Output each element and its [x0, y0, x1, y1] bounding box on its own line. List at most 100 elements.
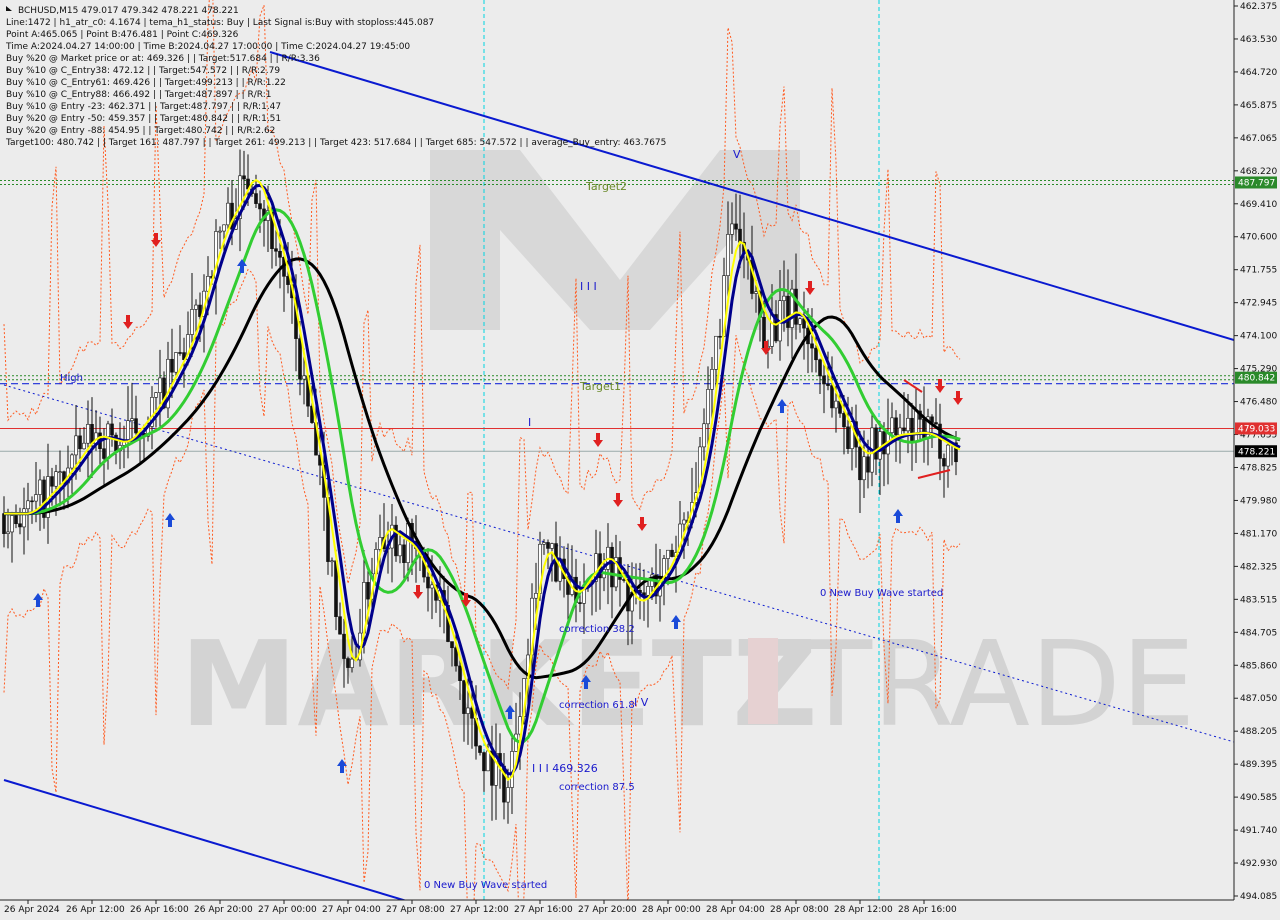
candle-body — [34, 494, 38, 502]
new-buy-wave-label: 0 New Buy Wave started — [820, 588, 943, 599]
time-tick-label: 28 Apr 16:00 — [898, 905, 957, 915]
candle-body — [174, 352, 178, 373]
candle-body — [894, 417, 898, 436]
red-price-tag: 479.033 — [1238, 424, 1275, 434]
candle-body — [734, 223, 738, 230]
candle-body — [910, 417, 914, 442]
candle-body — [450, 641, 454, 649]
info-line-8: Buy %10 @ Entry -23: 462.371 | | Target:… — [6, 102, 281, 112]
candle-body — [194, 304, 198, 310]
candle-body — [914, 410, 918, 442]
candle-body — [646, 586, 650, 596]
price-tick-label: 472.945 — [1240, 299, 1277, 309]
candle-body — [846, 426, 850, 449]
sell-arrow-icon — [953, 391, 963, 405]
candle-body — [682, 519, 686, 525]
candle-body — [6, 531, 10, 534]
info-line-11: Target100: 480.742 | | Target 161: 487.7… — [5, 138, 666, 148]
candle-body — [86, 424, 90, 444]
wave-label-i: I — [528, 416, 531, 429]
info-line-9: Buy %20 @ Entry -50: 459.357 | | Target:… — [6, 114, 281, 124]
wave-iii-value: I I I 469.326 — [532, 762, 598, 775]
candle-body — [666, 549, 670, 559]
collapse-triangle-icon[interactable] — [6, 6, 12, 11]
info-line-4: Buy %20 @ Market price or at: 469.326 | … — [6, 54, 320, 64]
candle-body — [2, 513, 6, 534]
candle-body — [830, 385, 834, 409]
candle-body — [882, 431, 886, 455]
correction-382-label: correction 38.2 — [559, 624, 635, 635]
sell-arrow-icon — [935, 379, 945, 393]
candle-body — [130, 418, 134, 421]
price-tick-label: 483.515 — [1240, 595, 1277, 605]
watermark-text-right: TRADE — [799, 615, 1195, 753]
candle-body — [478, 745, 482, 753]
current-price-tag: 478.221 — [1238, 447, 1275, 457]
price-tick-label: 485.860 — [1240, 661, 1277, 671]
candle-body — [542, 542, 546, 545]
price-tick-label: 465.875 — [1240, 101, 1277, 111]
price-tick-label: 470.600 — [1240, 233, 1277, 243]
red-marker-upper — [903, 379, 923, 393]
candle-body — [394, 524, 398, 557]
candle-body — [14, 515, 18, 525]
price-tick-label: 492.930 — [1240, 859, 1277, 869]
time-tick-label: 26 Apr 12:00 — [66, 905, 125, 915]
price-chart[interactable]: MARKETZ TRADE 494.085 492.930 491.740 490.5… — [0, 0, 1280, 920]
target1-price-tag: 480.842 — [1238, 374, 1275, 384]
buy-arrow-icon — [777, 399, 787, 413]
time-tick-label: 27 Apr 04:00 — [322, 905, 381, 915]
candle-body — [866, 456, 870, 473]
sell-arrow-icon — [613, 493, 623, 507]
candle-body — [26, 500, 30, 510]
price-tick-label: 490.585 — [1240, 793, 1277, 803]
watermark-bar — [748, 638, 778, 724]
candle-body — [190, 309, 194, 335]
candle-body — [126, 420, 130, 442]
candle-body — [134, 418, 138, 434]
candle-body — [366, 582, 370, 600]
candle-body — [426, 576, 430, 589]
price-tick-label: 462.375 — [1240, 2, 1277, 12]
candle-body — [178, 352, 182, 354]
candle-body — [834, 400, 838, 409]
candle-body — [798, 318, 802, 325]
candle-body — [406, 523, 410, 563]
candle-body — [890, 417, 894, 433]
price-tick-label: 463.530 — [1240, 35, 1277, 45]
time-tick-label: 26 Apr 20:00 — [194, 905, 253, 915]
wave-label-iii: I I I — [580, 280, 597, 293]
price-tick-label: 469.410 — [1240, 200, 1277, 210]
candle-body — [946, 444, 950, 467]
candle-body — [878, 431, 882, 460]
red-marker-lower — [917, 469, 951, 479]
candle-body — [54, 471, 58, 487]
candle-body — [78, 435, 82, 450]
candle-body — [922, 419, 926, 439]
candle-body — [402, 544, 406, 563]
candle-body — [862, 456, 866, 481]
target2-price-tag: 487.797 — [1238, 178, 1275, 188]
time-tick-label: 26 Apr 16:00 — [130, 905, 189, 915]
candle-body — [258, 203, 262, 210]
candle-body — [818, 359, 822, 377]
candle-body — [514, 733, 518, 752]
candle-body — [106, 423, 110, 459]
candle-body — [38, 479, 42, 495]
candle-body — [578, 602, 582, 604]
price-tick-label: 489.395 — [1240, 760, 1277, 770]
correction-618-label: correction 61.8 — [559, 700, 635, 711]
candle-body — [610, 546, 614, 588]
price-tick-label: 467.065 — [1240, 134, 1277, 144]
candle-body — [462, 680, 466, 714]
candle-body — [330, 560, 334, 563]
candle-body — [10, 515, 14, 533]
candle-body — [254, 193, 258, 204]
candle-body — [726, 234, 730, 276]
candle-body — [102, 448, 106, 459]
candle-body — [346, 658, 350, 668]
candle-body — [58, 471, 62, 473]
candle-body — [754, 291, 758, 294]
candle-body — [706, 389, 710, 425]
candle-body — [218, 230, 222, 233]
